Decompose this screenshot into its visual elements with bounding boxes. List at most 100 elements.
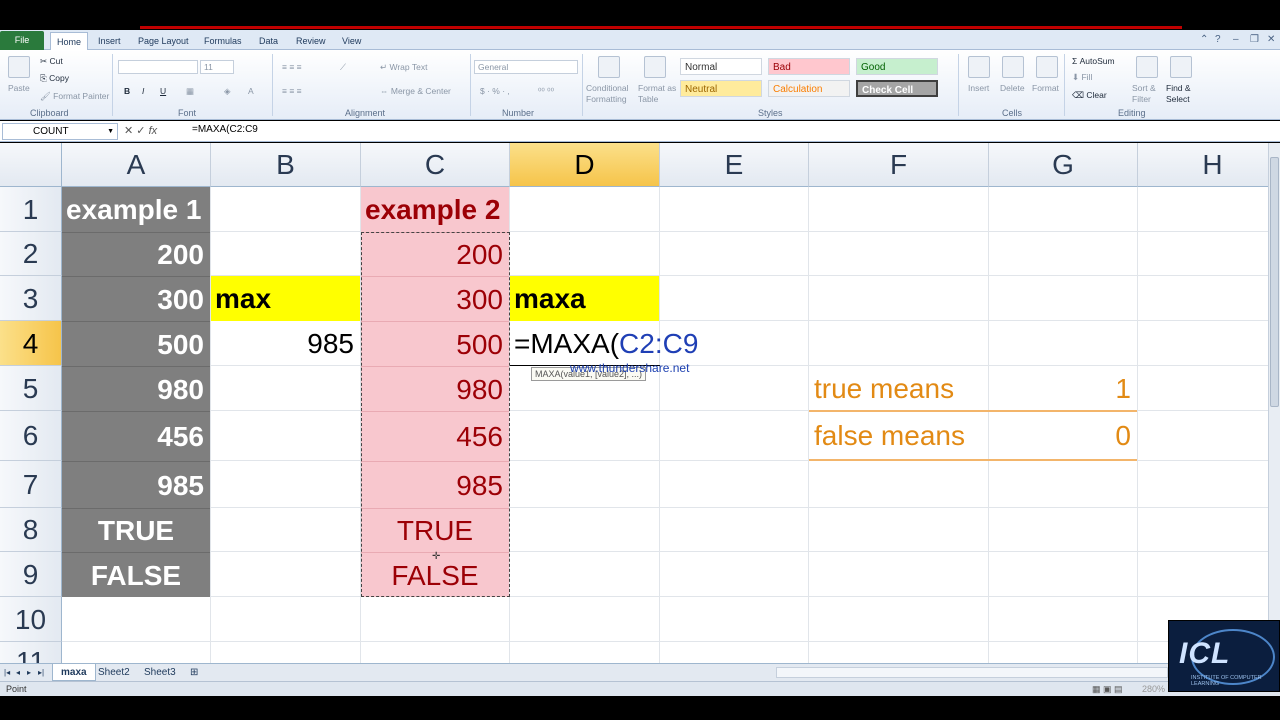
align-left-icon[interactable]: ≡ ≡ ≡ <box>282 86 302 96</box>
select-all-button[interactable] <box>0 143 62 187</box>
cell-a4[interactable]: 500 <box>62 321 210 366</box>
tab-insert[interactable]: Insert <box>92 32 127 50</box>
row-header-6[interactable]: 6 <box>0 411 62 461</box>
tab-formulas[interactable]: Formulas <box>198 32 248 50</box>
chevron-down-icon[interactable]: ▼ <box>107 124 114 139</box>
name-box[interactable]: COUNT ▼ <box>2 123 118 140</box>
horizontal-scrollbar[interactable] <box>776 667 1168 678</box>
sheet-tab-sheet2[interactable]: Sheet2 <box>90 664 138 681</box>
row-header-5[interactable]: 5 <box>0 366 62 411</box>
row-header-2[interactable]: 2 <box>0 232 62 276</box>
border-icon[interactable]: ▦ <box>186 86 194 97</box>
cell-a7[interactable]: 985 <box>62 461 210 508</box>
cell-a5[interactable]: 980 <box>62 366 210 411</box>
insert-cells-button[interactable]: Insert <box>968 83 989 93</box>
column-header-a[interactable]: A <box>62 143 211 187</box>
row-header-7[interactable]: 7 <box>0 461 62 508</box>
cell-c2[interactable]: 200 <box>361 232 509 276</box>
vertical-scrollbar[interactable] <box>1268 143 1280 663</box>
orientation-icon[interactable]: ⟋ <box>340 62 346 73</box>
column-header-g[interactable]: G <box>989 143 1138 187</box>
cell-a9[interactable]: FALSE <box>62 552 210 597</box>
row-header-4[interactable]: 4 <box>0 321 62 366</box>
copy-button[interactable]: ⎘ Copy <box>40 73 69 84</box>
minimize-icon[interactable]: – <box>1233 34 1239 45</box>
fill-button[interactable]: ⬇ Fill <box>1072 72 1092 83</box>
merge-center-button[interactable]: ⇔ Merge & Center <box>380 86 451 96</box>
tab-home[interactable]: Home <box>50 32 89 51</box>
cell-c1[interactable]: example 2 <box>361 187 509 232</box>
column-header-f[interactable]: F <box>809 143 989 187</box>
style-normal[interactable]: Normal <box>680 58 762 75</box>
autosum-button[interactable]: Σ AutoSum <box>1072 56 1115 66</box>
italic-button[interactable]: I <box>142 86 144 96</box>
last-sheet-icon[interactable]: ▸| <box>36 664 46 681</box>
row-header-8[interactable]: 8 <box>0 508 62 552</box>
style-calculation[interactable]: Calculation <box>768 80 850 97</box>
sheet-tab-sheet3[interactable]: Sheet3 <box>136 664 184 681</box>
paste-button[interactable]: Paste <box>8 83 30 93</box>
prev-sheet-icon[interactable]: ◂ <box>14 664 22 681</box>
column-header-e[interactable]: E <box>660 143 809 187</box>
tab-data[interactable]: Data <box>253 32 284 50</box>
delete-cells-button[interactable]: Delete <box>1000 83 1025 93</box>
cell-a3[interactable]: 300 <box>62 276 210 321</box>
scrollbar-thumb[interactable] <box>1270 157 1279 407</box>
cell-c4[interactable]: 500 <box>361 321 509 366</box>
column-header-b[interactable]: B <box>211 143 361 187</box>
find-select-button[interactable]: Find & Select <box>1166 83 1200 105</box>
row-header-3[interactable]: 3 <box>0 276 62 321</box>
row-header-11[interactable]: 11 <box>0 642 62 663</box>
font-name-combo[interactable] <box>118 60 198 74</box>
cell-b3[interactable]: max <box>211 276 360 321</box>
style-bad[interactable]: Bad <box>768 58 850 75</box>
cell-c3[interactable]: 300 <box>361 276 509 321</box>
ribbon-collapse-icon[interactable]: ⌃ <box>1200 34 1208 45</box>
fill-color-icon[interactable]: ◈ <box>224 86 231 97</box>
tab-file[interactable]: File <box>0 31 44 50</box>
column-header-h[interactable]: H <box>1138 143 1268 187</box>
row-header-1[interactable]: 1 <box>0 187 62 232</box>
cell-g6[interactable]: 0 <box>989 411 1137 461</box>
format-cells-button[interactable]: Format <box>1032 83 1059 93</box>
zoom-level[interactable]: 280% <box>1142 682 1165 696</box>
cell-d4-editing[interactable]: =MAXA(C2:C9 <box>510 321 710 366</box>
row-header-9[interactable]: 9 <box>0 552 62 597</box>
font-size-combo[interactable]: 11 <box>200 60 234 74</box>
format-painter-button[interactable]: 🖌 Format Painter <box>40 91 109 102</box>
style-check-cell[interactable]: Check Cell <box>856 80 938 97</box>
cell-a1[interactable]: example 1 <box>62 187 210 232</box>
bold-button[interactable]: B <box>124 86 130 96</box>
tab-view[interactable]: View <box>336 32 367 50</box>
clear-button[interactable]: ⌫ Clear <box>1072 90 1107 101</box>
cell-c7[interactable]: 985 <box>361 461 509 508</box>
conditional-formatting-button[interactable]: Conditional Formatting <box>586 83 634 105</box>
decimal-icon[interactable]: ⁰⁰ ⁰⁰ <box>538 86 554 97</box>
cell-f5[interactable]: true means <box>809 366 988 411</box>
first-sheet-icon[interactable]: |◂ <box>2 664 12 681</box>
cell-a2[interactable]: 200 <box>62 232 210 276</box>
tab-page-layout[interactable]: Page Layout <box>132 32 195 50</box>
style-good[interactable]: Good <box>856 58 938 75</box>
column-header-c[interactable]: C <box>361 143 510 187</box>
cell-b4[interactable]: 985 <box>211 321 360 366</box>
underline-button[interactable]: U <box>160 86 166 96</box>
cell-c5[interactable]: 980 <box>361 366 509 411</box>
view-buttons-icon[interactable]: ▦ ▣ ▤ <box>1092 682 1123 696</box>
currency-icon[interactable]: $ · % · , <box>480 86 510 96</box>
cell-c8[interactable]: TRUE <box>361 508 509 552</box>
wrap-text-button[interactable]: ↵ Wrap Text <box>380 62 427 73</box>
cut-button[interactable]: ✂ Cut <box>40 56 63 67</box>
tab-review[interactable]: Review <box>290 32 332 50</box>
number-format-combo[interactable]: General <box>474 60 578 74</box>
cell-a6[interactable]: 456 <box>62 411 210 461</box>
cell-g5[interactable]: 1 <box>989 366 1137 411</box>
enter-icon[interactable]: ✓ <box>136 125 145 137</box>
cell-d3[interactable]: maxa <box>510 276 659 321</box>
restore-icon[interactable]: ❐ <box>1250 34 1259 45</box>
style-neutral[interactable]: Neutral <box>680 80 762 97</box>
cell-c6[interactable]: 456 <box>361 411 509 461</box>
font-color-icon[interactable]: A <box>248 86 254 96</box>
insert-function-icon[interactable]: fx <box>149 125 158 137</box>
new-sheet-icon[interactable]: ⊞ <box>182 664 206 681</box>
